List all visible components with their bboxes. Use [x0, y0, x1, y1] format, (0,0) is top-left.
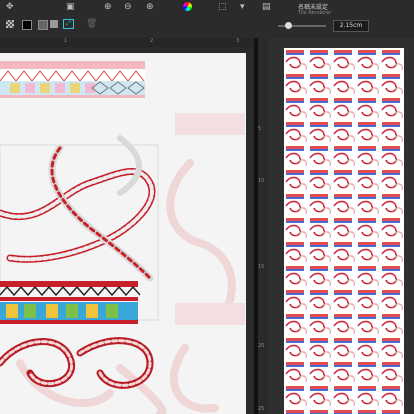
doc-subtitle: Tile Renderer: [298, 10, 332, 16]
tile-preview-pattern: [284, 48, 404, 414]
color-wheel-icon[interactable]: [183, 2, 192, 11]
pointer-icon[interactable]: ✥: [6, 2, 14, 12]
scale-slider-thumb[interactable]: [285, 22, 292, 29]
trash-icon[interactable]: 🗑: [86, 19, 97, 29]
ruler-tick: 5: [258, 126, 262, 132]
size-field[interactable]: 2.15cm: [333, 20, 369, 32]
checker-icon[interactable]: [6, 20, 14, 28]
zoom-in-icon[interactable]: ⊕: [104, 2, 112, 12]
image-icon[interactable]: ▣: [66, 2, 75, 12]
swatch-mid-icon[interactable]: [50, 20, 58, 28]
swatch-dark-icon[interactable]: [38, 20, 48, 30]
ruler-tick: 1: [64, 38, 68, 44]
layers-icon[interactable]: ▤: [262, 2, 271, 12]
swatch-black-icon[interactable]: [22, 20, 32, 30]
ruler-tick: 15: [258, 264, 265, 270]
vertical-ruler: 5 10 15 20 25: [258, 38, 268, 414]
ruler-tick: 2: [150, 38, 154, 44]
preview-toolbar: ▤ 名稱未設定 Tile Renderer 2.15cm: [258, 0, 414, 38]
ruler-tick: 25: [258, 406, 265, 412]
band-stripe: [0, 61, 145, 69]
zoom-in-icon-2[interactable]: ⊕: [146, 2, 154, 12]
ruler-tick: 3: [236, 38, 240, 44]
tile-page[interactable]: [0, 53, 246, 414]
ruler-tick: 20: [258, 343, 265, 349]
edit-canvas[interactable]: [0, 47, 254, 414]
tile-artwork: [0, 61, 245, 414]
frame-icon[interactable]: ⬚: [218, 2, 227, 12]
dropdown-icon[interactable]: ▾: [240, 2, 245, 12]
fit-icon[interactable]: ⤢: [63, 19, 74, 29]
ruler-tick: 10: [258, 178, 265, 184]
tile-preview: [284, 48, 404, 414]
zoom-out-icon[interactable]: ⊖: [124, 2, 132, 12]
